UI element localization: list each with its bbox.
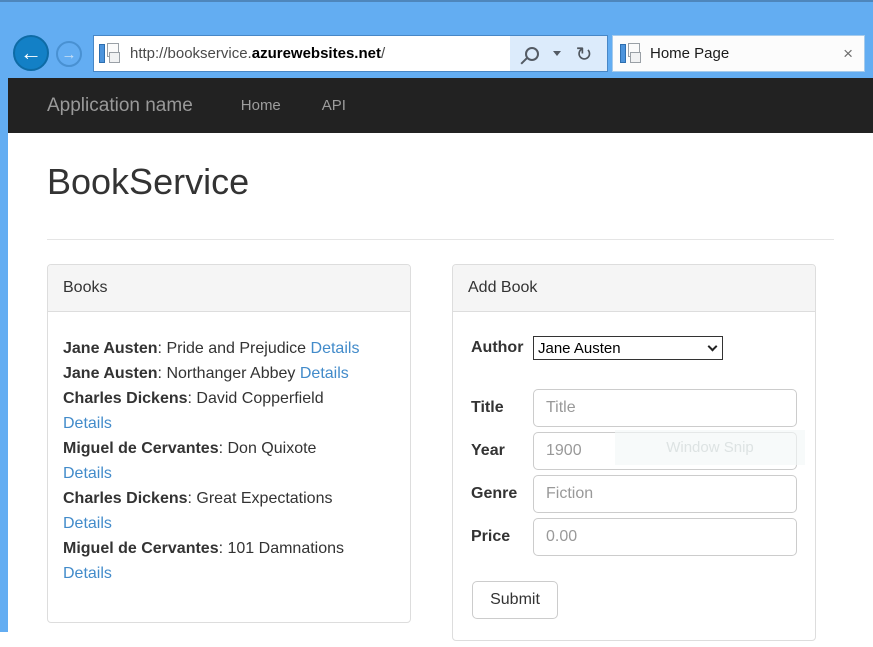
book-details-link[interactable]: Details [311,340,360,357]
address-bar[interactable]: http://bookservice.azurewebsites.net/ ↻ [93,35,608,72]
tab-title: Home Page [650,45,729,62]
title-input[interactable] [533,389,797,427]
price-label: Price [471,528,533,546]
navbar-brand[interactable]: Application name [47,95,193,117]
search-dropdown-caret-icon[interactable] [553,51,561,56]
title-divider [47,239,834,240]
browser-chrome: ← → http://bookservice.azurewebsites.net… [0,0,873,78]
book-details-link[interactable]: Details [63,515,112,532]
forward-arrow-icon: → [62,46,77,63]
app-navbar: Application name Home API [8,78,873,133]
books-panel-title: Books [48,265,410,312]
form-fields: Title Year Genre Price [471,389,797,556]
book-author: Charles Dickens [63,490,188,507]
author-select-value: Jane Austen [538,340,621,357]
add-book-form: Author Jane Austen Title Year Genre Price S… [453,312,815,640]
add-book-panel-title: Add Book [453,265,815,312]
book-author: Jane Austen [63,365,158,382]
search-icon[interactable] [525,47,539,61]
books-panel: Books Jane Austen: Pride and Prejudice D… [47,264,411,623]
book-list-item: Miguel de Cervantes: Don QuixoteDetails [63,436,395,486]
book-list-item: Charles Dickens: Great ExpectationsDetai… [63,486,395,536]
author-label: Author [471,339,533,357]
year-label: Year [471,442,533,460]
browser-tab[interactable]: Home Page × [612,35,865,72]
genre-input[interactable] [533,475,797,513]
back-button[interactable]: ← [13,35,49,71]
book-list-item: Jane Austen: Pride and Prejudice Details [63,336,395,361]
refresh-icon[interactable]: ↻ [576,44,593,64]
book-list-item: Miguel de Cervantes: 101 DamnationsDetai… [63,536,395,586]
tab-favicon-icon [620,43,642,65]
book-author: Miguel de Cervantes [63,440,219,457]
book-list-item: Jane Austen: Northanger Abbey Details [63,361,395,386]
form-field-row: Title [471,389,797,427]
title-label: Title [471,399,533,417]
year-input[interactable] [533,432,797,470]
book-details-link[interactable]: Details [63,415,112,432]
nav-link-home[interactable]: Home [241,97,281,114]
book-author: Miguel de Cervantes [63,540,219,557]
forward-button[interactable]: → [56,41,82,67]
submit-button[interactable]: Submit [472,581,558,619]
back-arrow-icon: ← [20,40,42,66]
book-author: Jane Austen [63,340,158,357]
genre-label: Genre [471,485,533,503]
address-bar-buttons: ↻ [510,36,607,71]
book-details-link[interactable]: Details [63,465,112,482]
page-favicon-icon [99,43,121,65]
author-select[interactable]: Jane Austen [533,336,723,360]
book-list-item: Charles Dickens: David CopperfieldDetail… [63,386,395,436]
nav-link-api[interactable]: API [322,97,346,114]
chevron-down-icon [708,341,718,351]
tab-close-icon[interactable]: × [843,45,853,62]
form-field-row: Price [471,518,797,556]
url-text[interactable]: http://bookservice.azurewebsites.net/ [130,45,385,62]
form-field-row: Genre [471,475,797,513]
books-list: Jane Austen: Pride and Prejudice Details… [48,312,410,622]
book-details-link[interactable]: Details [63,565,112,582]
book-details-link[interactable]: Details [300,365,349,382]
add-book-panel: Add Book Author Jane Austen Title Year Gen… [452,264,816,641]
form-field-row: Year [471,432,797,470]
page-title: BookService [47,161,834,203]
window-left-border [0,78,8,632]
price-input[interactable] [533,518,797,556]
book-author: Charles Dickens [63,390,188,407]
page-content: BookService Books Jane Austen: Pride and… [8,133,873,641]
